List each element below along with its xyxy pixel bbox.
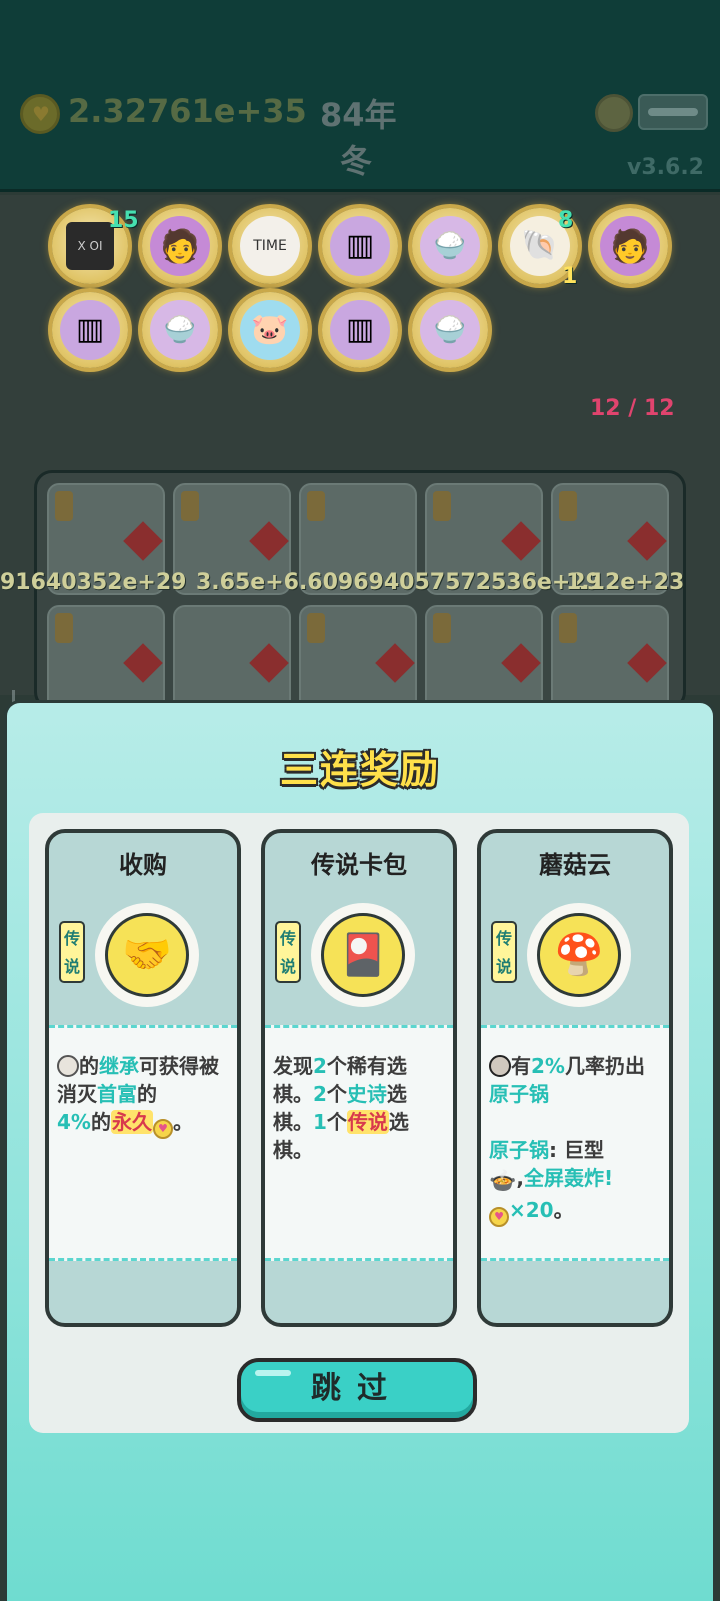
fortune-icon <box>501 643 541 683</box>
card-description: 的继承可获得被消灭首富的 4%的永久 ♥。 <box>49 1025 237 1261</box>
card-name: 传说卡包 <box>311 851 407 879</box>
relic-time-magazine[interactable]: TIME <box>232 208 308 284</box>
fortune-icon <box>249 521 289 561</box>
cell-tag <box>181 491 199 521</box>
season-label: 冬 <box>340 142 373 180</box>
lucky-numbers-icon: 🧑 <box>150 216 210 276</box>
fortune-icon <box>249 643 289 683</box>
old-man-icon <box>57 1055 79 1077</box>
relic-skirt[interactable]: ▥ <box>322 292 398 368</box>
speed-toggle[interactable] <box>638 94 708 130</box>
coin-icon <box>20 94 60 134</box>
piggy-bank-icon: 🐷 <box>240 300 300 360</box>
fortune-icon <box>627 643 667 683</box>
man-face-icon <box>489 1055 511 1077</box>
reward-panel: 收购 传说 🤝 的继承可获得被消灭首富的 4%的永久 ♥。 传说卡包 传说 🎴 发… <box>29 813 689 1433</box>
relic-count: 15 <box>108 208 139 233</box>
card-icon-frame: 🤝 <box>95 903 199 1007</box>
relic-skirt[interactable]: ▥ <box>52 292 128 368</box>
cell-tag <box>307 491 325 521</box>
rice-bowls-up-icon: 🍚 <box>150 300 210 360</box>
relic-rice-bowls[interactable]: 🍚 <box>412 208 488 284</box>
rice-bowls-up-icon: 🍚 <box>420 216 480 276</box>
relic-lucky-numbers[interactable]: 🧑 <box>592 208 668 284</box>
modal-title: 三连奖励 <box>279 748 440 792</box>
status-bar: 2.32761e+35 84年 冬 v3.6.2 <box>0 0 720 192</box>
relic-page-count: 12 / 12 <box>590 396 675 421</box>
reward-card-mushroom-cloud[interactable]: 蘑菇云 传说 🍄 有2%几率扔出原子锅 原子锅: 巨型 🍲,全屏轰炸! ♥ ×20… <box>477 829 673 1327</box>
coin-icon: ♥ <box>489 1207 509 1227</box>
relic-rice-bowls[interactable]: 🍚 <box>142 292 218 368</box>
time-magazine-icon: TIME <box>240 216 300 276</box>
cell-tag <box>55 491 73 521</box>
skip-button[interactable]: 跳过 <box>237 1358 477 1422</box>
card-pack-icon: 🎴 <box>321 913 405 997</box>
mushroom-cloud-icon: 🍄 <box>537 913 621 997</box>
fortune-icon <box>627 521 667 561</box>
reward-modal: 三连奖励 收购 传说 🤝 的继承可获得被消灭首富的 4%的永久 ♥。 传说卡包 传… <box>4 700 716 1601</box>
settings-coin-icon[interactable] <box>595 94 633 132</box>
board-value: 1.12e+23 <box>566 570 685 595</box>
fortune-icon <box>375 643 415 683</box>
reward-card-legend-pack[interactable]: 传说卡包 传说 🎴 发现2个稀有选棋。2个史诗选棋。1个传说选棋。 <box>261 829 457 1327</box>
relic-rice-bowls[interactable]: 🍚 <box>412 292 488 368</box>
reward-card-acquisition[interactable]: 收购 传说 🤝 的继承可获得被消灭首富的 4%的永久 ♥。 <box>45 829 241 1327</box>
lucky-numbers-icon: 🧑 <box>600 216 660 276</box>
pleated-skirt-icon: ▥ <box>60 300 120 360</box>
relic-count: 8 <box>558 208 574 233</box>
relic-subcount: 1 <box>562 264 578 289</box>
cell-tag <box>55 613 73 643</box>
cell-tag <box>433 613 451 643</box>
rarity-badge: 传说 <box>59 921 85 983</box>
card-icon-frame: 🎴 <box>311 903 415 1007</box>
cell-tag <box>559 491 577 521</box>
rarity-badge: 传说 <box>275 921 301 983</box>
pot-icon: 🍲 <box>489 1169 517 1194</box>
relic-piggy-bank[interactable]: 🐷 <box>232 292 308 368</box>
cell-tag <box>307 613 325 643</box>
board-value: 3.65e+6.609694057572536e+29 <box>196 570 601 595</box>
card-description: 发现2个稀有选棋。2个史诗选棋。1个传说选棋。 <box>265 1025 453 1261</box>
rarity-badge: 传说 <box>491 921 517 983</box>
card-description: 有2%几率扔出原子锅 原子锅: 巨型 🍲,全屏轰炸! ♥ ×20。 <box>481 1025 669 1261</box>
chip-icon: X OI <box>66 222 114 270</box>
card-icon-frame: 🍄 <box>527 903 631 1007</box>
fortune-icon <box>123 643 163 683</box>
version-label: v3.6.2 <box>627 155 704 180</box>
cell-tag <box>559 613 577 643</box>
coin-icon: ♥ <box>152 1119 173 1139</box>
rice-bowls-up-icon: 🍚 <box>420 300 480 360</box>
pleated-skirt-icon: ▥ <box>330 300 390 360</box>
fortune-icon <box>123 521 163 561</box>
relic-skirt[interactable]: ▥ <box>322 208 398 284</box>
board-value: 91640352e+29 <box>0 570 187 595</box>
year-label: 84年 <box>320 96 397 134</box>
card-name: 收购 <box>119 851 167 879</box>
handshake-icon: 🤝 <box>105 913 189 997</box>
card-name: 蘑菇云 <box>539 851 611 879</box>
pleated-skirt-icon: ▥ <box>330 216 390 276</box>
money-counter: 2.32761e+35 <box>68 92 307 130</box>
cell-tag <box>433 491 451 521</box>
fortune-icon <box>501 521 541 561</box>
relic-lucky-numbers[interactable]: 🧑 <box>142 208 218 284</box>
